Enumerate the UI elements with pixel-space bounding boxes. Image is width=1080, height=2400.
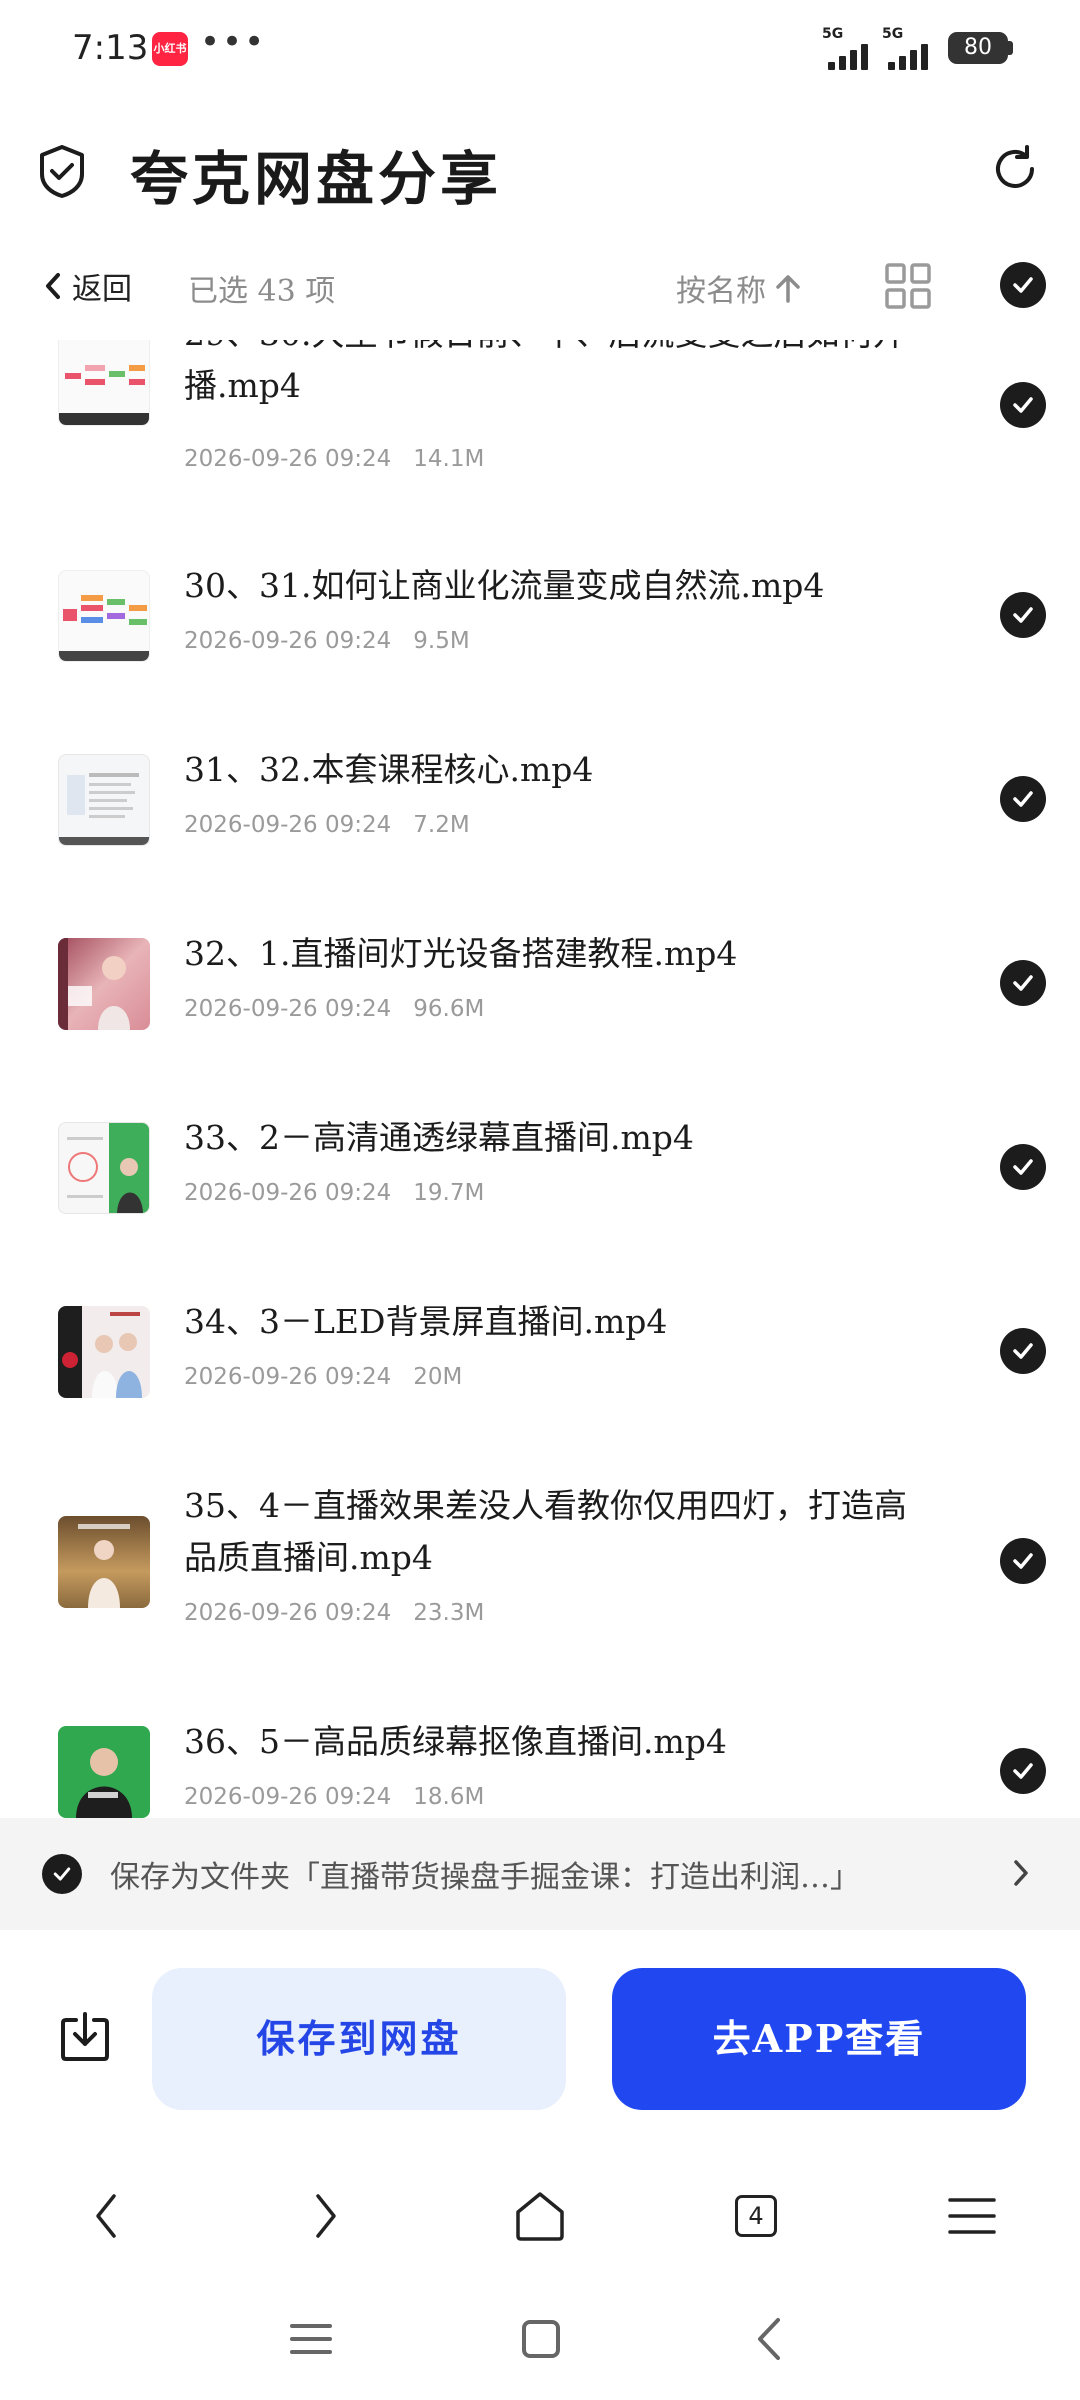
row-checkbox[interactable]	[1000, 1538, 1046, 1584]
check-icon	[1013, 791, 1033, 807]
file-meta: 2026-09-26 09:24 7.2M	[184, 812, 470, 838]
browser-back-icon[interactable]	[78, 2186, 138, 2246]
title-bar: 夸克网盘分享	[0, 110, 1080, 230]
list-item[interactable]: 36、5－高品质绿幕抠像直播间.mp4 2026-09-26 09:24 18.6…	[0, 1706, 1080, 1818]
signal-icon-2: 5G	[882, 26, 940, 70]
back-button[interactable]: 返回	[44, 262, 132, 310]
status-bar: 7:13 小红书 ••• 5G 5G 80	[0, 0, 1080, 100]
file-name: 29、30.大型节假日前、中、后流变变之后如何开播.mp4	[184, 340, 905, 405]
file-name: 36、5－高品质绿幕抠像直播间.mp4	[184, 1722, 727, 1761]
video-thumbnail	[58, 1122, 150, 1214]
check-icon	[1013, 277, 1033, 293]
video-thumbnail	[58, 1306, 150, 1398]
system-home-icon[interactable]	[516, 2314, 566, 2364]
back-label: 返回	[72, 272, 132, 307]
list-item[interactable]: 35、4－直播效果差没人看教你仅用四灯，打造高品质直播间.mp4 2026-09…	[0, 1470, 1080, 1706]
battery-tip	[1008, 41, 1013, 55]
check-icon	[1013, 1343, 1033, 1359]
recent-apps-icon[interactable]	[286, 2314, 336, 2364]
file-meta: 2026-09-26 09:24 14.1M	[184, 446, 485, 472]
video-thumbnail	[58, 1516, 150, 1608]
row-checkbox[interactable]	[1000, 1328, 1046, 1374]
row-checkbox[interactable]	[1000, 592, 1046, 638]
list-item[interactable]: 29、30.大型节假日前、中、后流变变之后如何开播.mp4 2026-09-26…	[0, 340, 1080, 508]
system-nav-bar	[0, 2290, 1080, 2400]
refresh-icon[interactable]	[990, 144, 1040, 194]
check-icon	[1013, 607, 1033, 623]
browser-nav-bar: 4	[0, 2160, 1080, 2270]
shield-check-icon[interactable]	[38, 144, 86, 198]
row-checkbox[interactable]	[1000, 776, 1046, 822]
video-thumbnail	[58, 754, 150, 846]
download-icon[interactable]	[58, 2010, 112, 2064]
file-name: 30、31.如何让商业化流量变成自然流.mp4	[184, 566, 825, 605]
sort-label: 按名称	[676, 274, 766, 309]
list-item[interactable]: 33、2－高清通透绿幕直播间.mp4 2026-09-26 09:24 19.7M	[0, 1102, 1080, 1286]
list-item[interactable]: 31、32.本套课程核心.mp4 2026-09-26 09:24 7.2M	[0, 734, 1080, 918]
video-thumbnail	[58, 938, 150, 1030]
system-back-icon[interactable]	[746, 2314, 796, 2364]
browser-forward-icon[interactable]	[294, 2186, 354, 2246]
open-in-app-button[interactable]: 去APP查看	[612, 1968, 1026, 2110]
row-checkbox[interactable]	[1000, 960, 1046, 1006]
arrow-up-icon	[776, 275, 800, 303]
save-folder-checkbox[interactable]	[42, 1854, 82, 1894]
save-to-drive-button[interactable]: 保存到网盘	[152, 1968, 566, 2110]
file-meta: 2026-09-26 09:24 19.7M	[184, 1180, 485, 1206]
xiaohongshu-app-icon: 小红书	[152, 32, 188, 66]
file-name: 33、2－高清通透绿幕直播间.mp4	[184, 1118, 694, 1157]
video-thumbnail	[58, 340, 150, 426]
chevron-left-icon	[46, 273, 60, 299]
row-checkbox[interactable]	[1000, 1144, 1046, 1190]
file-name: 31、32.本套课程核心.mp4	[184, 750, 594, 789]
battery-icon: 80	[948, 32, 1008, 64]
list-item[interactable]: 32、1.直播间灯光设备搭建教程.mp4 2026-09-26 09:24 96.…	[0, 918, 1080, 1102]
check-icon	[1013, 1763, 1033, 1779]
list-item[interactable]: 34、3－LED背景屏直播间.mp4 2026-09-26 09:24 20M	[0, 1286, 1080, 1470]
file-meta: 2026-09-26 09:24 9.5M	[184, 628, 470, 654]
page-title: 夸克网盘分享	[130, 145, 503, 213]
select-all-checkbox[interactable]	[1000, 262, 1046, 308]
save-folder-banner[interactable]: 保存为文件夹「直播带货操盘手掘金课：打造出利润…」	[0, 1818, 1080, 1930]
selected-count: 已选 43 项	[188, 274, 336, 309]
status-time: 7:13	[72, 28, 149, 68]
tabs-button[interactable]: 4	[726, 2186, 786, 2246]
check-icon	[53, 1867, 71, 1881]
file-meta: 2026-09-26 09:24 96.6M	[184, 996, 485, 1022]
check-icon	[1013, 397, 1033, 413]
check-icon	[1013, 1553, 1033, 1569]
video-thumbnail	[58, 1726, 150, 1818]
file-meta: 2026-09-26 09:24 18.6M	[184, 1784, 485, 1810]
check-icon	[1013, 975, 1033, 991]
signal-icon: 5G	[822, 26, 880, 70]
video-thumbnail	[58, 570, 150, 662]
file-meta: 2026-09-26 09:24 20M	[184, 1364, 463, 1390]
action-bar: 保存到网盘 去APP查看	[0, 1930, 1080, 2120]
selection-toolbar: 返回 已选 43 项 按名称	[0, 250, 1080, 322]
row-checkbox[interactable]	[1000, 382, 1046, 428]
grid-view-icon[interactable]	[884, 262, 932, 310]
save-folder-path: 保存为文件夹「直播带货操盘手掘金课：打造出利润…」	[110, 1860, 860, 1895]
chevron-right-icon[interactable]	[1012, 1858, 1030, 1888]
menu-icon[interactable]	[942, 2186, 1002, 2246]
row-checkbox[interactable]	[1000, 1748, 1046, 1794]
tab-count: 4	[735, 2195, 777, 2237]
home-icon[interactable]	[510, 2186, 570, 2246]
file-meta: 2026-09-26 09:24 23.3M	[184, 1600, 485, 1626]
file-name: 35、4－直播效果差没人看教你仅用四灯，打造高品质直播间.mp4	[184, 1486, 907, 1577]
file-name: 34、3－LED背景屏直播间.mp4	[184, 1302, 668, 1341]
list-item[interactable]: 30、31.如何让商业化流量变成自然流.mp4 2026-09-26 09:24…	[0, 550, 1080, 734]
file-list: 29、30.大型节假日前、中、后流变变之后如何开播.mp4 2026-09-26…	[0, 340, 1080, 1818]
more-notifications-icon: •••	[200, 22, 267, 62]
file-name: 32、1.直播间灯光设备搭建教程.mp4	[184, 934, 738, 973]
check-icon	[1013, 1159, 1033, 1175]
sort-button[interactable]: 按名称	[676, 266, 802, 310]
